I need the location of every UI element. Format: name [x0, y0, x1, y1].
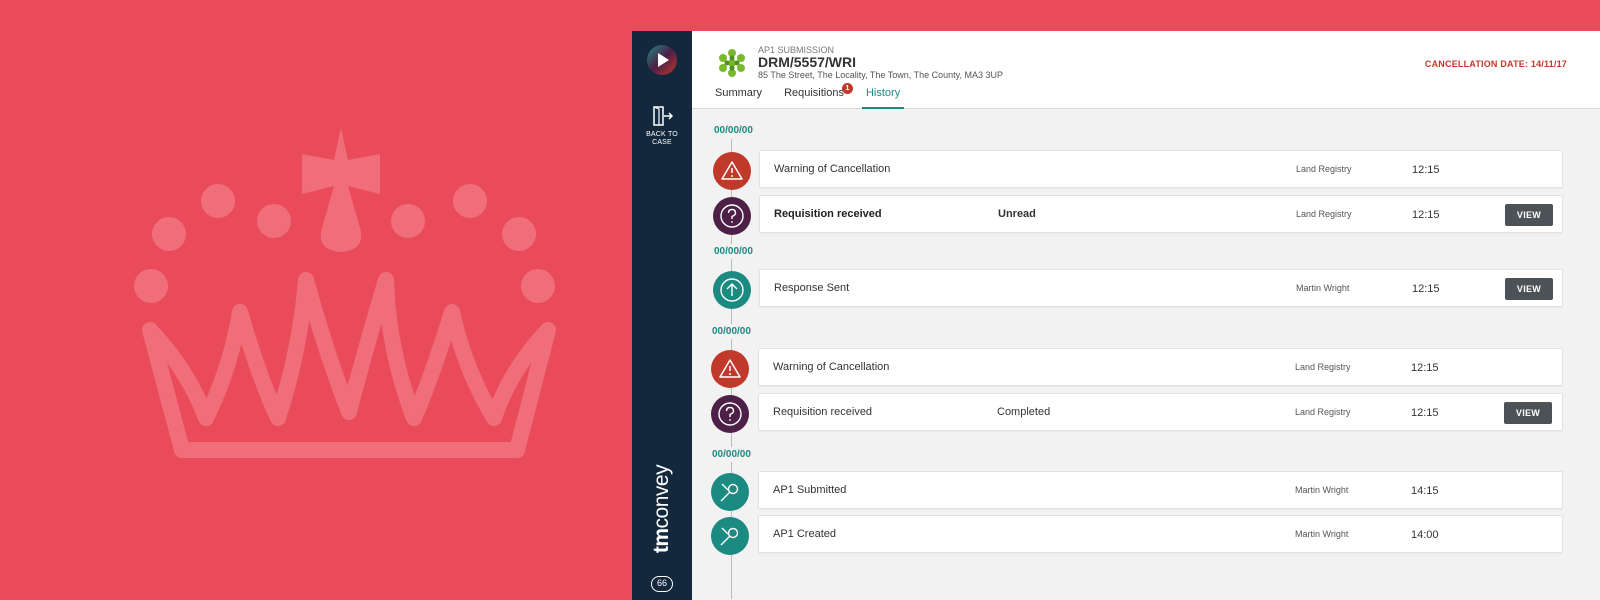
event-title: AP1 Created	[773, 528, 836, 540]
event-title: Requisition received	[774, 208, 882, 220]
case-reference: DRM/5557/WRI	[758, 54, 857, 70]
view-button[interactable]: VIEW	[1505, 204, 1553, 226]
event-time: 12:15	[1411, 362, 1439, 374]
event-author: Land Registry	[1295, 362, 1351, 372]
back-to-case-button[interactable]: BACK TO CASE	[632, 105, 692, 147]
event-time: 14:00	[1411, 529, 1439, 541]
event-title: Response Sent	[774, 282, 850, 294]
tmconvey-logo: tmconvey	[650, 465, 673, 553]
event-author: Martin Wright	[1296, 283, 1350, 293]
timeline-event-card[interactable]: Requisition received Completed Land Regi…	[758, 393, 1563, 431]
event-author: Land Registry	[1296, 209, 1352, 219]
warning-icon	[713, 152, 751, 190]
date-label: 00/00/00	[714, 244, 753, 259]
timeline-event-card[interactable]: Warning of Cancellation Land Registry 12…	[758, 348, 1563, 386]
requisitions-count-badge: 1	[841, 83, 853, 94]
pen-nib-icon	[711, 473, 749, 511]
event-author: Land Registry	[1296, 164, 1352, 174]
crown-background-icon	[134, 128, 556, 458]
brand-suffix: convey	[650, 464, 673, 529]
tab-history[interactable]: History	[861, 83, 905, 109]
upload-arrow-icon	[713, 271, 751, 309]
timeline-event-card[interactable]: AP1 Submitted Martin Wright 14:15	[758, 471, 1563, 509]
notification-badge[interactable]: 66	[651, 576, 673, 592]
tab-summary-label: Summary	[715, 87, 763, 99]
event-author: Land Registry	[1295, 407, 1351, 417]
land-registry-logo-icon	[719, 49, 745, 77]
event-title: Warning of Cancellation	[774, 163, 891, 175]
brand-prefix: tm	[650, 528, 673, 554]
event-time: 12:15	[1412, 209, 1440, 221]
pen-nib-icon	[711, 517, 749, 555]
event-status: Completed	[997, 406, 1051, 418]
tab-summary[interactable]: Summary	[715, 83, 762, 109]
timeline-event-card[interactable]: Warning of Cancellation Land Registry 12…	[759, 150, 1563, 188]
tab-history-label: History	[865, 87, 901, 99]
case-header: AP1 SUBMISSION DRM/5557/WRI 85 The Stree…	[692, 31, 1600, 109]
date-label: 00/00/00	[712, 447, 751, 462]
cancellation-date: CANCELLATION DATE: 14/11/17	[1424, 59, 1567, 69]
exit-door-icon	[653, 106, 673, 126]
event-time: 12:15	[1412, 164, 1440, 176]
warning-icon	[711, 350, 749, 388]
date-label: 00/00/00	[714, 123, 753, 138]
tab-bar: Summary Requisitions 1 History	[715, 83, 926, 109]
back-to-case-label: BACK TO CASE	[646, 131, 678, 146]
event-time: 12:15	[1412, 283, 1440, 295]
play-logo-icon[interactable]	[647, 45, 677, 75]
event-time: 12:15	[1411, 407, 1439, 419]
app-window: BACK TO CASE tmconvey 66 AP1 SUBMISSION …	[632, 31, 1600, 600]
event-author: Martin Wright	[1295, 529, 1349, 539]
view-button[interactable]: VIEW	[1504, 402, 1552, 424]
event-title: AP1 Submitted	[773, 484, 847, 496]
question-icon	[713, 197, 751, 235]
timeline-event-card[interactable]: Requisition received Unread Land Registr…	[759, 195, 1563, 233]
sidebar: BACK TO CASE tmconvey 66	[632, 31, 692, 600]
event-time: 14:15	[1411, 485, 1439, 497]
case-address: 85 The Street, The Locality, The Town, T…	[758, 70, 1003, 80]
timeline-event-card[interactable]: AP1 Created Martin Wright 14:00	[758, 515, 1563, 553]
event-title: Requisition received	[773, 406, 873, 418]
event-status: Unread	[998, 208, 1036, 220]
question-icon	[711, 395, 749, 433]
event-title: Warning of Cancellation	[773, 361, 890, 373]
tab-requisitions[interactable]: Requisitions 1	[784, 83, 853, 109]
tab-requisitions-label: Requisitions	[784, 87, 844, 99]
timeline-event-card[interactable]: Response Sent Martin Wright 12:15 VIEW	[759, 269, 1563, 307]
event-author: Martin Wright	[1295, 485, 1349, 495]
view-button[interactable]: VIEW	[1505, 278, 1553, 300]
history-timeline: 00/00/00 Warning of Cancellation Land Re…	[692, 109, 1600, 600]
date-label: 00/00/00	[712, 324, 751, 339]
